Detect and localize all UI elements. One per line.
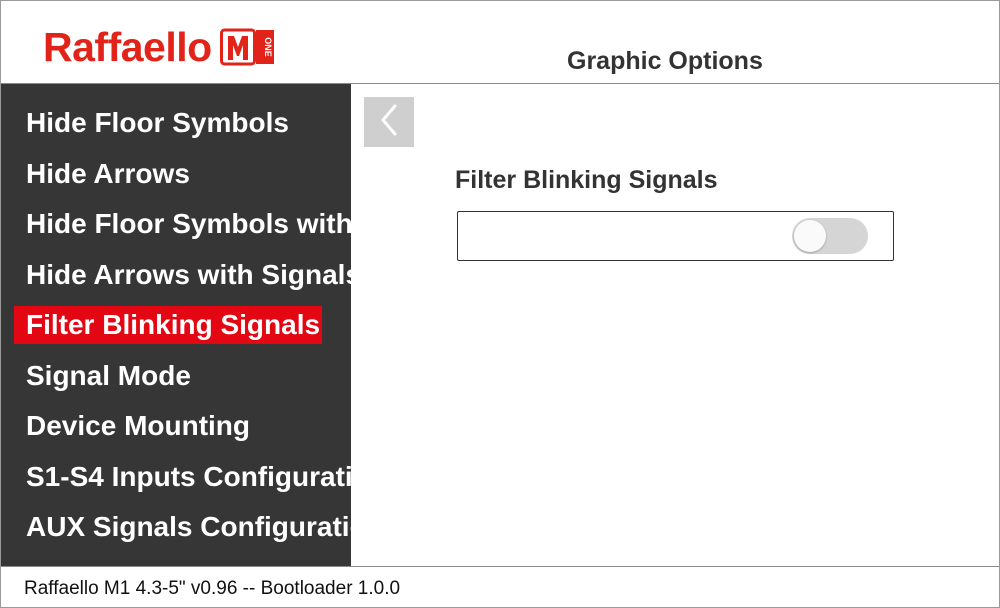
filter-blinking-signals-toggle[interactable] (792, 218, 868, 254)
app-window: Raffaello ONE Graphic Options Hide Floor… (0, 0, 1000, 608)
back-button[interactable] (364, 97, 414, 147)
brand-logo: Raffaello ONE (43, 25, 276, 69)
sidebar-item-aux-signals-configuration[interactable]: AUX Signals Configuration (14, 508, 351, 546)
sidebar-item-hide-arrows[interactable]: Hide Arrows (14, 155, 192, 193)
sidebar-item-hide-arrows-with-signals[interactable]: Hide Arrows with Signals (14, 256, 351, 294)
sidebar-item-filter-blinking-signals[interactable]: Filter Blinking Signals (14, 306, 323, 344)
content-panel: Filter Blinking Signals (351, 84, 999, 566)
sidebar-item-hide-floor-symbols[interactable]: Hide Floor Symbols (14, 104, 291, 142)
sidebar-item-s1-s4-inputs-configuration[interactable]: S1-S4 Inputs Configuration (14, 458, 351, 496)
sidebar-menu: Hide Floor Symbols Hide Arrows Hide Floo… (1, 84, 351, 566)
page-title: Graphic Options (567, 47, 763, 75)
chevron-left-icon (377, 102, 401, 143)
toggle-knob (794, 220, 826, 252)
brand-name: Raffaello (43, 24, 212, 70)
header: Raffaello ONE Graphic Options (1, 1, 999, 84)
badge-text: ONE (263, 37, 273, 57)
sidebar-item-signal-mode[interactable]: Signal Mode (14, 357, 193, 395)
sidebar-item-device-mounting[interactable]: Device Mounting (14, 407, 252, 445)
m-one-logo-icon: ONE (219, 27, 276, 67)
sidebar-item-hide-floor-symbols-with-signals[interactable]: Hide Floor Symbols with Signals (14, 205, 351, 243)
option-label: Filter Blinking Signals (455, 166, 718, 194)
version-text: Raffaello M1 4.3-5" v0.96 -- Bootloader … (24, 578, 401, 599)
option-toggle-row (457, 211, 894, 261)
footer: Raffaello M1 4.3-5" v0.96 -- Bootloader … (1, 566, 999, 607)
